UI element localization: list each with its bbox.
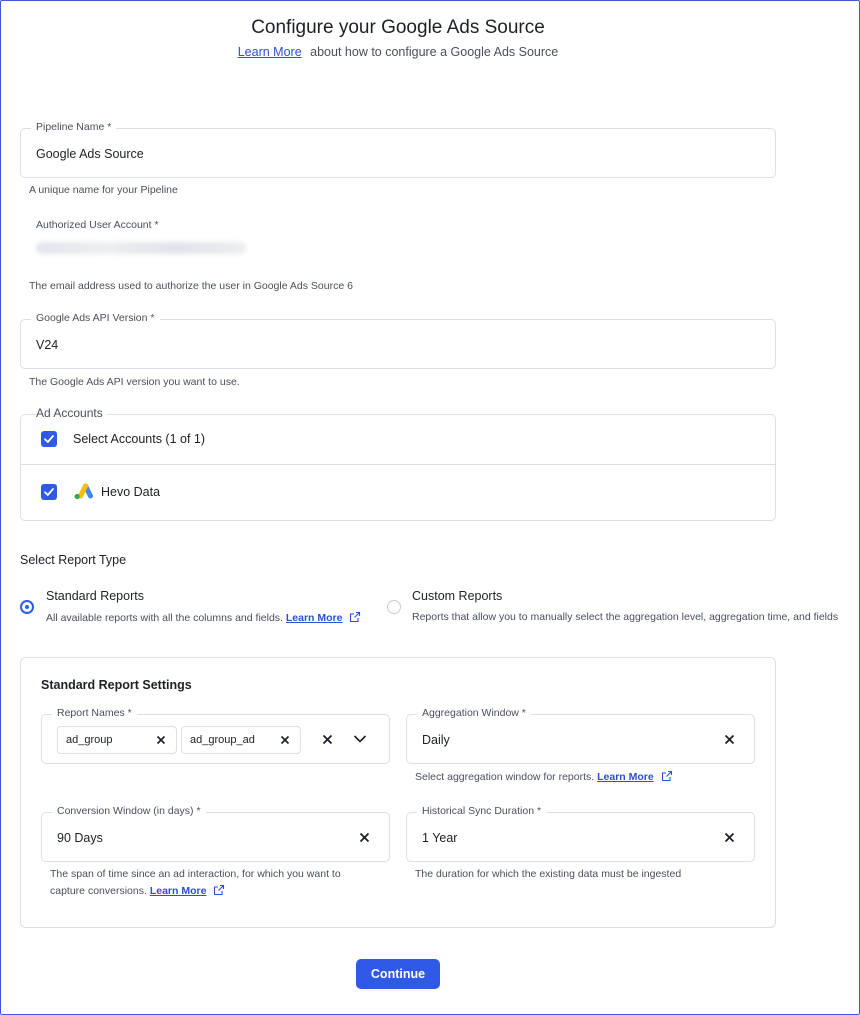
- aggregation-window-label: Aggregation Window *: [417, 707, 531, 719]
- authorized-user-helper: The email address used to authorize the …: [29, 280, 353, 292]
- subtitle-text: about how to configure a Google Ads Sour…: [310, 45, 559, 59]
- continue-button[interactable]: Continue: [356, 959, 440, 989]
- standard-reports-desc-text: All available reports with all the colum…: [46, 612, 283, 624]
- historical-sync-helper: The duration for which the existing data…: [415, 868, 682, 880]
- report-chip-label: ad_group: [66, 734, 113, 746]
- report-names-label: Report Names *: [52, 707, 137, 719]
- historical-sync-label: Historical Sync Duration *: [417, 805, 547, 817]
- report-chip-label: ad_group_ad: [190, 734, 255, 746]
- conversion-window-value: 90 Days: [57, 831, 103, 845]
- standard-report-settings-title: Standard Report Settings: [41, 678, 192, 692]
- chip-remove-icon[interactable]: [156, 735, 166, 745]
- page-title: Configure your Google Ads Source: [251, 17, 545, 38]
- api-version-label: Google Ads API Version *: [31, 312, 160, 324]
- pipeline-name-helper: A unique name for your Pipeline: [29, 184, 178, 196]
- header-learn-more-link[interactable]: Learn More: [238, 45, 302, 59]
- checkmark-icon: [44, 435, 54, 443]
- conversion-learn-more-link[interactable]: Learn More: [150, 885, 207, 897]
- report-chip: ad_group_ad: [181, 726, 301, 754]
- api-version-value: V24: [36, 338, 59, 352]
- conversion-window-helper-line2: capture conversions. Learn More: [50, 884, 225, 897]
- external-link-icon[interactable]: [661, 770, 673, 782]
- pipeline-name-value: Google Ads Source: [36, 147, 144, 161]
- custom-reports-desc: Reports that allow you to manually selec…: [412, 611, 839, 623]
- ad-accounts-box: Select Accounts (1 of 1) Hevo Data: [20, 414, 776, 521]
- standard-reports-title: Standard Reports: [46, 589, 144, 603]
- historical-sync-value: 1 Year: [422, 831, 458, 845]
- conversion-window-helper-text: capture conversions.: [50, 885, 147, 897]
- external-link-icon[interactable]: [213, 884, 225, 896]
- custom-reports-radio[interactable]: [387, 600, 401, 614]
- conversion-window-field[interactable]: Conversion Window (in days) * 90 Days: [41, 805, 390, 862]
- historical-sync-field[interactable]: Historical Sync Duration * 1 Year: [406, 805, 755, 862]
- checkmark-icon: [44, 488, 54, 496]
- select-all-accounts-label: Select Accounts (1 of 1): [73, 432, 206, 446]
- ad-accounts-divider: [21, 464, 775, 465]
- chevron-down-icon[interactable]: [353, 734, 367, 744]
- authorized-user-email-redacted: [36, 242, 246, 254]
- aggregation-window-helper-text: Select aggregation window for reports.: [415, 771, 595, 783]
- standard-reports-learn-more-link[interactable]: Learn More: [286, 612, 343, 624]
- report-chip: ad_group: [57, 726, 177, 754]
- pipeline-name-field[interactable]: Pipeline Name * Google Ads Source: [20, 121, 776, 178]
- report-type-heading: Select Report Type: [20, 553, 127, 567]
- clear-all-icon[interactable]: [322, 734, 333, 745]
- external-link-icon[interactable]: [349, 611, 361, 623]
- api-version-field[interactable]: Google Ads API Version * V24: [20, 312, 776, 369]
- account-hevo-data-label: Hevo Data: [101, 485, 161, 499]
- clear-aggregation-icon[interactable]: [724, 734, 735, 745]
- aggregation-window-field[interactable]: Aggregation Window * Daily: [406, 707, 755, 764]
- select-all-accounts-checkbox[interactable]: [41, 431, 57, 447]
- aggregation-learn-more-link[interactable]: Learn More: [597, 771, 654, 783]
- conversion-window-label: Conversion Window (in days) *: [52, 805, 206, 817]
- standard-reports-desc: All available reports with all the colum…: [46, 611, 361, 624]
- authorized-user-label: Authorized User Account *: [36, 219, 159, 231]
- aggregation-window-value: Daily: [422, 733, 450, 747]
- custom-reports-title: Custom Reports: [412, 589, 503, 603]
- google-ads-icon: [74, 483, 93, 500]
- clear-conversion-icon[interactable]: [359, 832, 370, 843]
- conversion-window-helper-line1: The span of time since an ad interaction…: [50, 868, 341, 880]
- pipeline-name-label: Pipeline Name *: [31, 121, 117, 133]
- account-hevo-data-checkbox[interactable]: [41, 484, 57, 500]
- api-version-helper: The Google Ads API version you want to u…: [29, 376, 240, 388]
- clear-historical-sync-icon[interactable]: [724, 832, 735, 843]
- page-subtitle: Learn More about how to configure a Goog…: [0, 45, 796, 59]
- chip-remove-icon[interactable]: [280, 735, 290, 745]
- aggregation-window-helper: Select aggregation window for reports. L…: [415, 770, 673, 783]
- standard-reports-radio[interactable]: [20, 600, 34, 614]
- ad-accounts-label: Ad Accounts: [36, 406, 107, 420]
